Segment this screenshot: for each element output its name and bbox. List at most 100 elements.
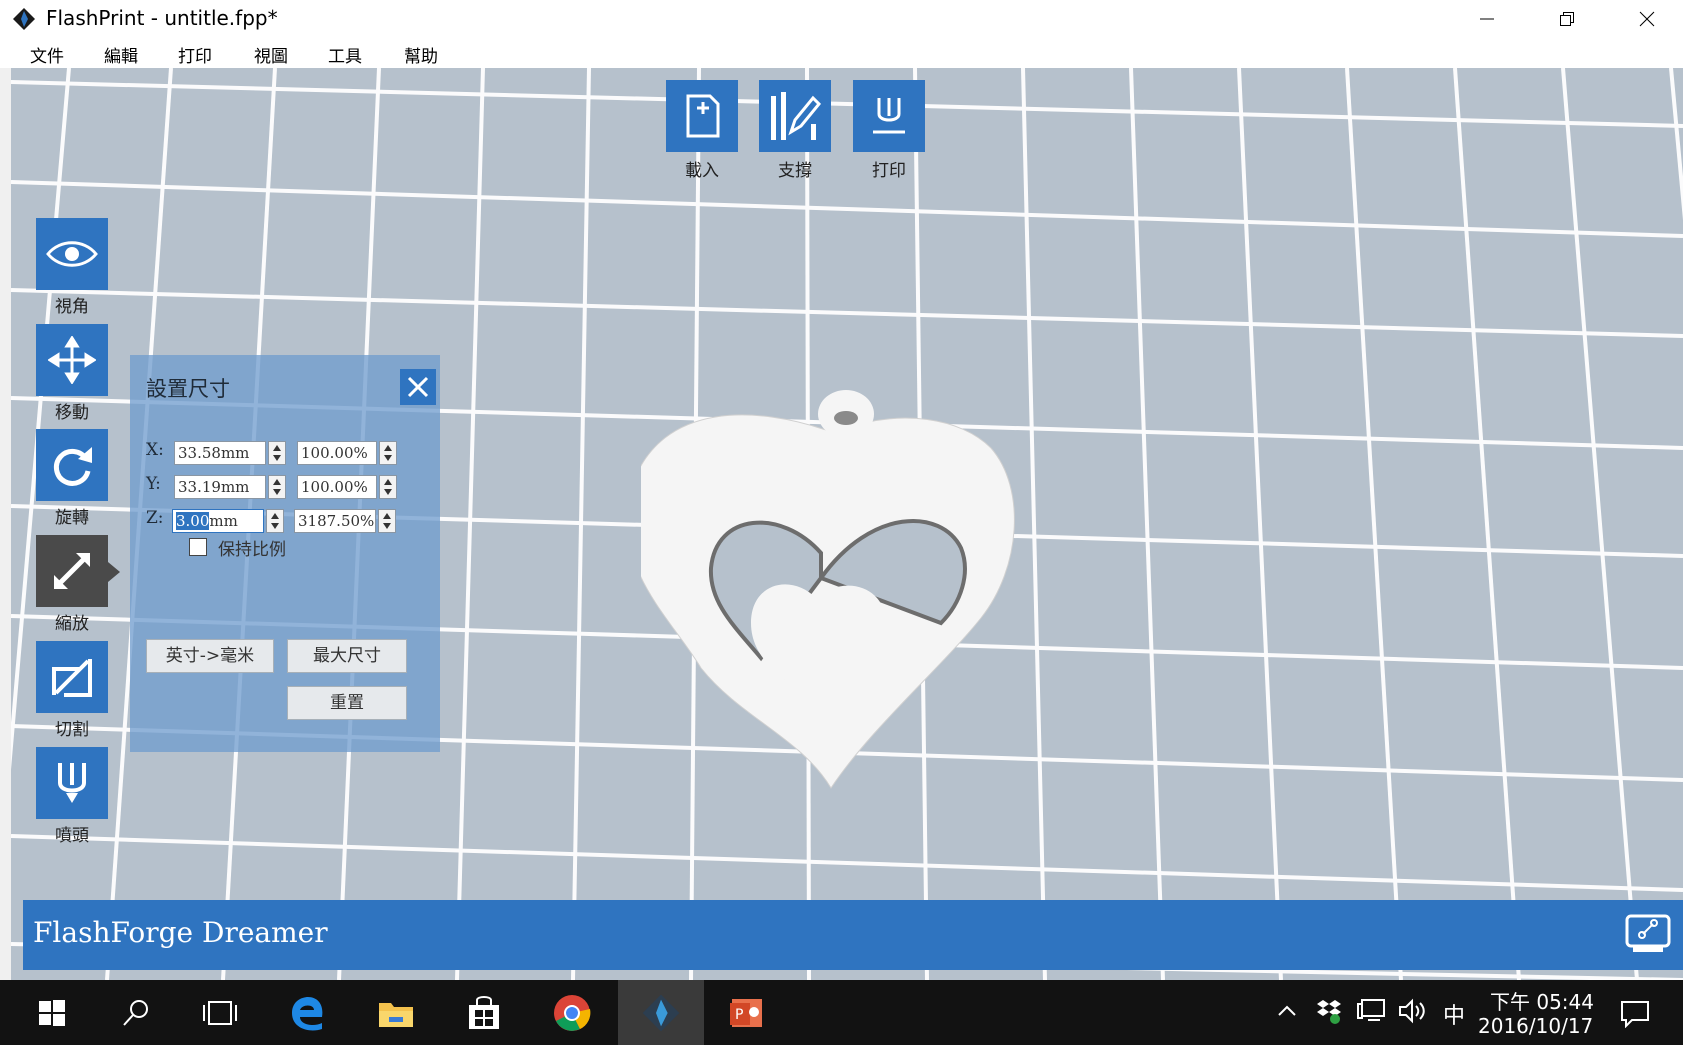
scale-tool-label: 縮放 (55, 614, 89, 634)
cut-tool-button[interactable]: 切割 (36, 641, 108, 740)
y-size-spinner[interactable] (268, 475, 286, 499)
store-button[interactable] (444, 980, 524, 1045)
load-file-icon (686, 94, 720, 138)
action-center-icon[interactable] (1620, 1000, 1650, 1028)
x-percent-input[interactable]: 100.00% (297, 441, 377, 465)
close-icon (407, 376, 429, 398)
z-size-input[interactable]: 3.00mm (172, 509, 264, 533)
heart-pendant-model[interactable] (641, 358, 1091, 798)
menu-tools[interactable]: 工具 (328, 42, 362, 67)
nozzle-tool-label: 噴頭 (55, 826, 89, 846)
inch-to-mm-button[interactable]: 英寸->毫米 (146, 639, 274, 673)
z-axis-label: Z: (146, 508, 164, 528)
print-button[interactable]: 打印 (853, 80, 925, 181)
y-axis-label: Y: (146, 474, 161, 494)
keep-ratio-label: 保持比例 (218, 540, 286, 560)
load-button[interactable]: 載入 (666, 80, 738, 181)
menu-help[interactable]: 幫助 (404, 42, 438, 67)
window-title: FlashPrint - untitle.fpp* (46, 6, 278, 30)
y-percent-spinner[interactable] (379, 475, 397, 499)
print-icon (873, 98, 905, 134)
file-explorer-button[interactable] (356, 980, 436, 1045)
flashprint-taskbar-button[interactable] (618, 980, 704, 1045)
printer-status-bar: FlashForge Dreamer (23, 900, 1683, 970)
panel-close-button[interactable] (400, 369, 436, 405)
print-label: 打印 (872, 161, 906, 181)
task-view-button[interactable] (180, 980, 260, 1045)
x-percent-spinner[interactable] (379, 441, 397, 465)
task-view-icon (203, 1000, 237, 1025)
x-size-input[interactable]: 33.58mm (174, 441, 266, 465)
move-icon (48, 336, 96, 384)
restore-icon (1560, 12, 1574, 26)
y-percent-input[interactable]: 100.00% (297, 475, 377, 499)
show-hidden-icons-icon[interactable] (1276, 998, 1298, 1024)
active-tool-pointer (108, 562, 120, 582)
eye-icon (46, 241, 98, 267)
support-button[interactable]: 支撐 (759, 80, 831, 181)
max-size-button[interactable]: 最大尺寸 (287, 639, 407, 673)
chrome-button[interactable] (532, 980, 612, 1045)
windows-logo-icon (39, 999, 65, 1026)
menu-print[interactable]: 打印 (178, 42, 212, 67)
support-icon (771, 92, 822, 140)
title-bar: FlashPrint - untitle.fpp* (0, 0, 1683, 38)
3d-viewport[interactable]: 載入 支撐 打印 視角 移動 旋轉 縮放 切割 噴頭 設置尺寸 X: 33.58… (11, 68, 1683, 980)
z-size-selected-text: 3.00 (176, 512, 210, 530)
menu-edit[interactable]: 編輯 (104, 42, 138, 67)
cut-tool-label: 切割 (55, 720, 89, 740)
start-button[interactable] (12, 980, 92, 1045)
support-label: 支撐 (778, 161, 812, 181)
close-icon (1639, 11, 1655, 27)
z-percent-input[interactable]: 3187.50% (294, 509, 376, 533)
volume-icon[interactable] (1398, 998, 1428, 1024)
flashprint-app-icon (642, 994, 680, 1031)
edge-icon (292, 996, 323, 1030)
view-tool-label: 視角 (55, 297, 89, 317)
x-size-spinner[interactable] (268, 441, 286, 465)
clock-date[interactable]: 2016/10/17 (1478, 1014, 1593, 1038)
z-size-spinner[interactable] (266, 509, 284, 533)
keep-ratio-checkbox[interactable] (189, 538, 207, 556)
minimize-button[interactable] (1451, 0, 1523, 38)
flashprint-app-icon (13, 8, 35, 30)
rotate-tool-label: 旋轉 (55, 508, 89, 528)
edge-browser-button[interactable] (268, 980, 348, 1045)
printer-name: FlashForge Dreamer (33, 916, 328, 949)
rotate-icon (53, 447, 92, 486)
move-tool-button[interactable]: 移動 (36, 324, 108, 423)
minimize-icon (1480, 18, 1494, 20)
scale-icon (54, 553, 90, 589)
menu-bar: 文件 編輯 打印 視圖 工具 幫助 (0, 38, 1683, 68)
svg-text:P: P (735, 1007, 743, 1023)
clock-time[interactable]: 下午 05:44 (1490, 986, 1594, 1015)
powerpoint-button[interactable]: P (706, 980, 786, 1045)
scale-settings-panel: 設置尺寸 X: 33.58mm 100.00% Y: 33.19mm 100.0… (130, 355, 440, 752)
windows-taskbar: P 中 下午 05:44 2016/10/17 (0, 980, 1683, 1045)
scale-tool-button[interactable]: 縮放 (36, 535, 108, 634)
nozzle-icon (58, 763, 86, 803)
z-percent-spinner[interactable] (378, 509, 396, 533)
search-icon (123, 999, 148, 1026)
view-tool-button[interactable]: 視角 (36, 218, 108, 317)
nozzle-tool-button[interactable]: 噴頭 (36, 747, 108, 846)
printer-connect-icon[interactable] (1625, 914, 1671, 954)
dropbox-icon[interactable] (1316, 998, 1342, 1024)
close-window-button[interactable] (1611, 0, 1683, 38)
restore-button[interactable] (1531, 0, 1603, 38)
reset-button[interactable]: 重置 (287, 686, 407, 720)
search-button[interactable] (96, 980, 176, 1045)
y-size-input[interactable]: 33.19mm (174, 475, 266, 499)
network-icon[interactable] (1356, 998, 1386, 1024)
z-size-unit: mm (209, 512, 238, 530)
input-method-indicator[interactable]: 中 (1443, 998, 1465, 1030)
load-label: 載入 (685, 161, 719, 181)
powerpoint-icon: P (730, 998, 762, 1027)
chrome-icon (554, 994, 591, 1031)
menu-file[interactable]: 文件 (30, 42, 64, 67)
store-icon (469, 995, 499, 1029)
menu-view[interactable]: 視圖 (254, 42, 288, 67)
folder-icon (379, 1002, 413, 1027)
move-tool-label: 移動 (55, 403, 89, 423)
rotate-tool-button[interactable]: 旋轉 (36, 429, 108, 528)
